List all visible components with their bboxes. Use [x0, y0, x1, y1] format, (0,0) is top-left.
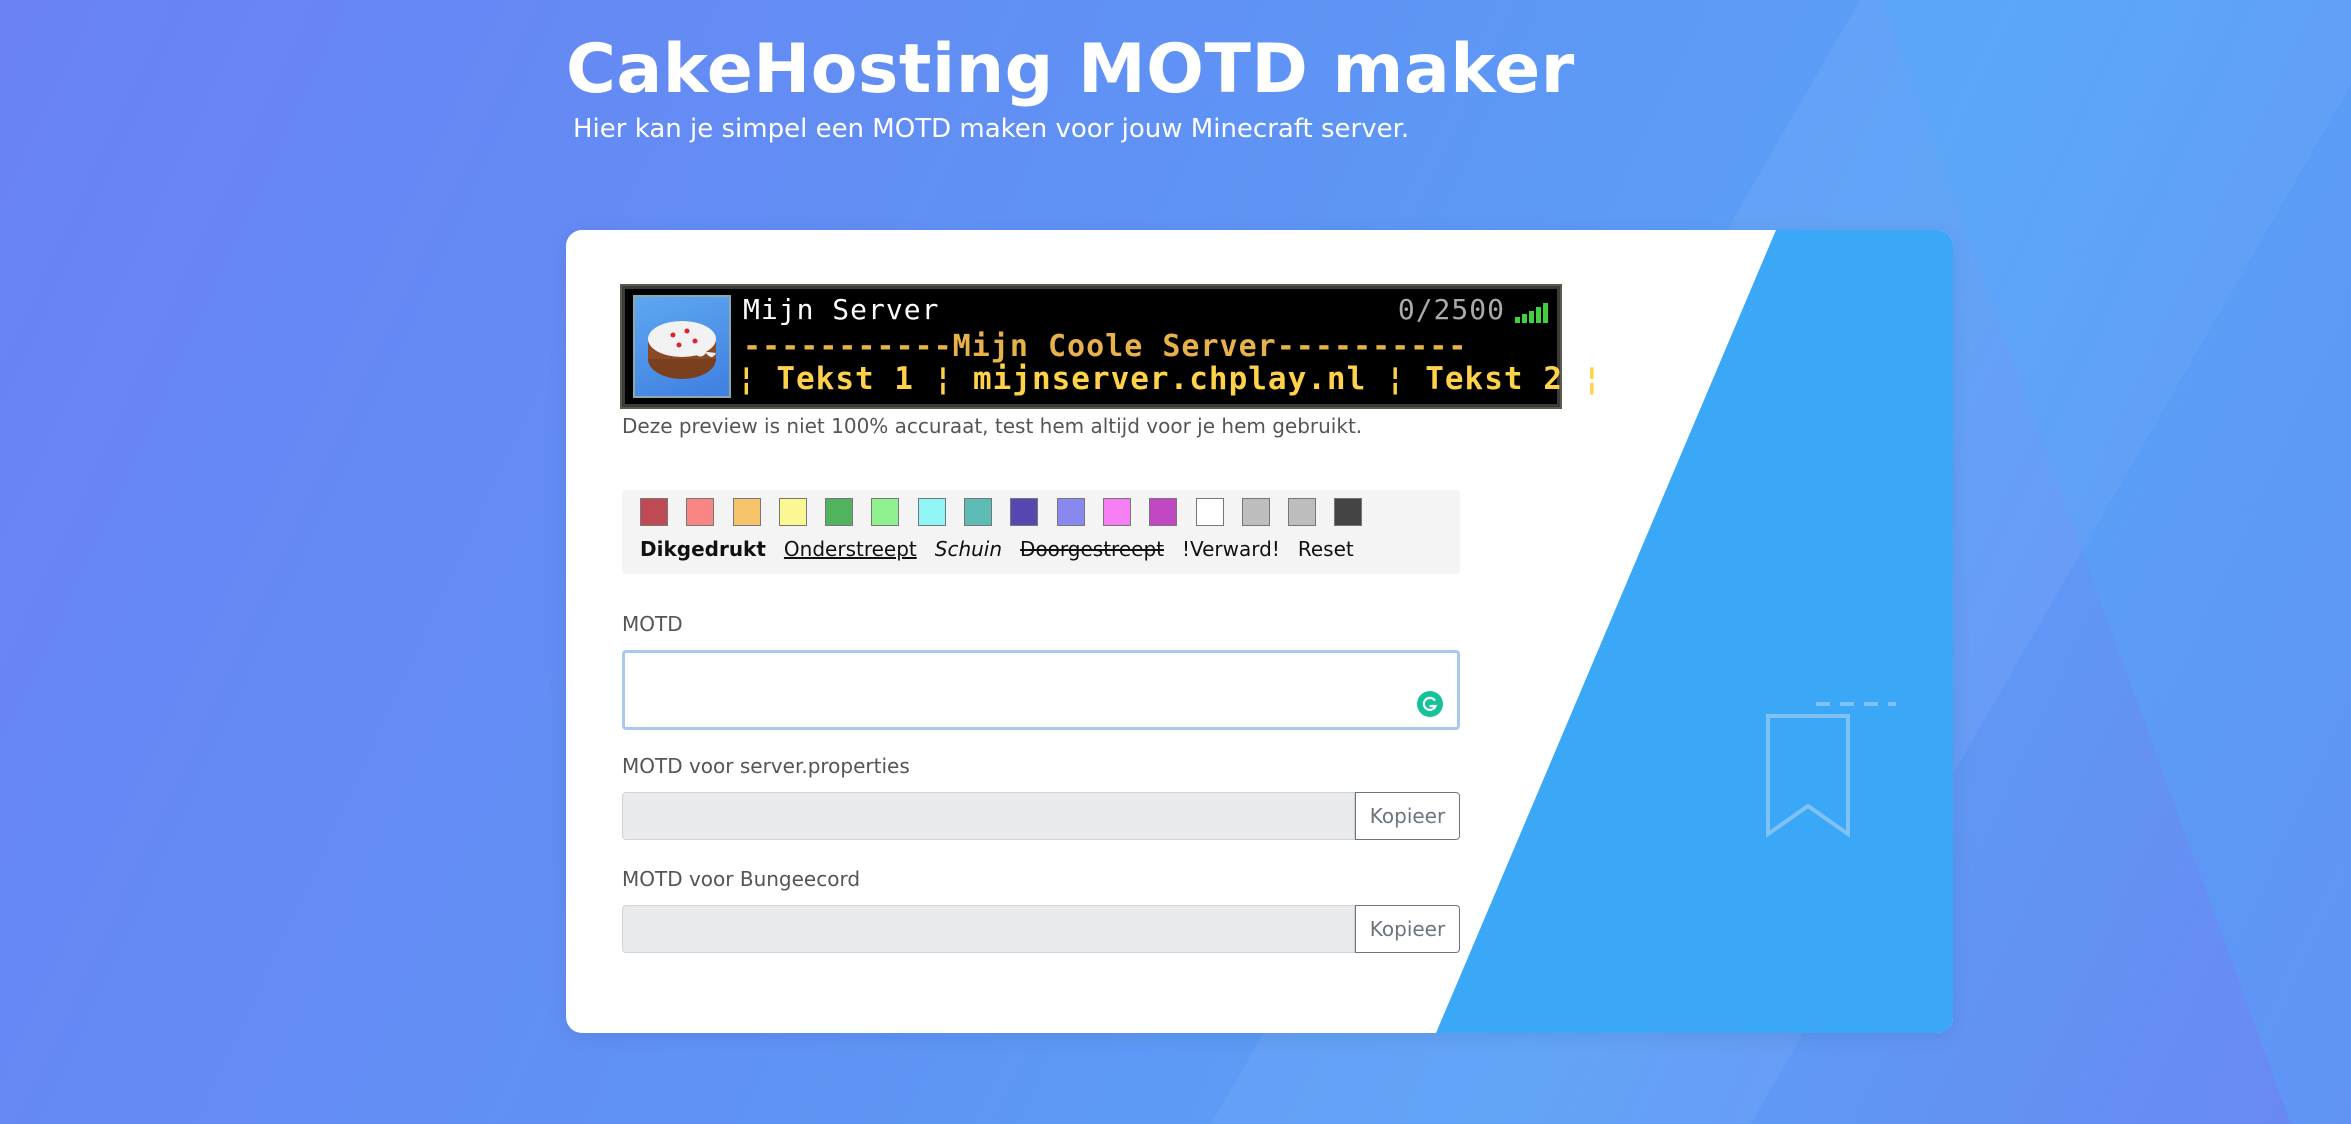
grammarly-icon[interactable] — [1417, 691, 1443, 717]
preview-disclaimer: Deze preview is niet 100% accuraat, test… — [622, 414, 1363, 438]
reset-button[interactable]: Reset — [1298, 537, 1354, 561]
server-properties-group: Kopieer — [622, 792, 1460, 840]
server-properties-output[interactable] — [622, 792, 1355, 840]
preview-server-name: Mijn Server — [743, 293, 940, 326]
page-title: CakeHosting MOTD maker — [566, 30, 1575, 109]
italic-button[interactable]: Schuin — [935, 537, 1002, 561]
color-swatch-3[interactable] — [778, 498, 807, 526]
bungeecord-output[interactable] — [622, 905, 1355, 953]
motd-input[interactable] — [622, 650, 1460, 730]
cake-icon — [633, 295, 731, 398]
server-properties-label: MOTD voor server.properties — [622, 754, 910, 778]
format-toolbar: Dikgedrukt Onderstreept Schuin Doorgestr… — [622, 490, 1460, 574]
color-swatch-1[interactable] — [686, 498, 715, 526]
color-swatch-11[interactable] — [1149, 498, 1178, 526]
obfuscated-button[interactable]: !Verward! — [1182, 537, 1280, 561]
preview-motd-line1: -----------Mijn Coole Server---------- — [743, 329, 1468, 364]
color-swatch-2[interactable] — [732, 498, 761, 526]
strikethrough-button[interactable]: Doorgestreept — [1020, 537, 1164, 561]
color-swatch-10[interactable] — [1102, 498, 1131, 526]
bold-button[interactable]: Dikgedrukt — [640, 537, 766, 561]
color-swatch-8[interactable] — [1010, 498, 1039, 526]
copy-bungeecord-button[interactable]: Kopieer — [1355, 905, 1460, 953]
color-swatch-7[interactable] — [964, 498, 993, 526]
color-swatch-9[interactable] — [1056, 498, 1085, 526]
color-swatch-5[interactable] — [871, 498, 900, 526]
color-swatch-4[interactable] — [825, 498, 854, 526]
bungeecord-group: Kopieer — [622, 905, 1460, 953]
color-swatch-6[interactable] — [917, 498, 946, 526]
color-swatch-0[interactable] — [640, 498, 668, 526]
page-subtitle: Hier kan je simpel een MOTD maken voor j… — [573, 114, 1410, 144]
color-swatch-12[interactable] — [1195, 498, 1224, 526]
underline-button[interactable]: Onderstreept — [784, 537, 917, 561]
bookmark-icon — [1766, 702, 1896, 838]
format-buttons: Dikgedrukt Onderstreept Schuin Doorgestr… — [640, 537, 1372, 561]
color-swatches — [640, 498, 1381, 526]
motd-preview: Mijn Server 0/2500 -----------Mijn Coole… — [620, 284, 1601, 409]
motd-label: MOTD — [622, 612, 683, 636]
copy-server-properties-button[interactable]: Kopieer — [1355, 792, 1460, 840]
page-header: CakeHosting MOTD maker Hier kan je simpe… — [566, 26, 1575, 144]
color-swatch-15[interactable] — [1334, 498, 1363, 526]
preview-player-count: 0/2500 — [1397, 293, 1505, 326]
color-swatch-13[interactable] — [1241, 498, 1270, 526]
signal-icon — [1515, 303, 1548, 323]
preview-motd-line2: ¦ Tekst 1 ¦ mijnserver.chplay.nl ¦ Tekst… — [737, 361, 1603, 397]
motd-card: Mijn Server 0/2500 -----------Mijn Coole… — [566, 230, 1953, 1033]
bungeecord-label: MOTD voor Bungeecord — [622, 867, 861, 891]
color-swatch-14[interactable] — [1288, 498, 1317, 526]
